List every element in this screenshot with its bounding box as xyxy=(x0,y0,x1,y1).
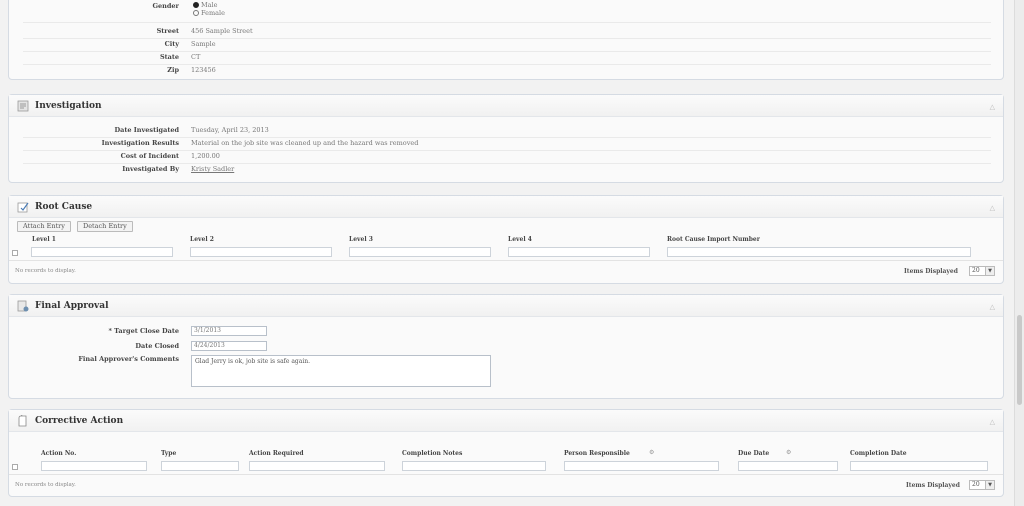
col-level-1[interactable]: Level 1 xyxy=(32,236,56,243)
approval-icon xyxy=(17,300,29,312)
col-person-responsible[interactable]: Person Responsible xyxy=(564,450,630,457)
gender-row: Gender Male Female xyxy=(9,0,1003,17)
filter-level-3[interactable] xyxy=(349,247,491,257)
corrective-action-panel: Corrective Action △ Action No. Type Acti… xyxy=(8,409,1004,497)
city-row: City Sample xyxy=(164,40,216,48)
final-approval-header[interactable]: Final Approval △ xyxy=(9,295,1003,317)
page-scrollbar[interactable] xyxy=(1014,0,1024,506)
investigation-panel: Investigation △ Date Investigated Tuesda… xyxy=(8,94,1004,183)
items-displayed-select[interactable]: 20 ▼ xyxy=(969,266,995,276)
attach-entry-button[interactable]: Attach Entry xyxy=(17,221,71,232)
cost-row: Cost of Incident 1,200.00 xyxy=(120,152,220,160)
state-row: State CT xyxy=(159,53,201,61)
filter-action-required[interactable] xyxy=(249,461,385,471)
filter-action-no[interactable] xyxy=(41,461,147,471)
gender-female-radio[interactable]: Female xyxy=(193,9,225,17)
filter-person-responsible[interactable] xyxy=(564,461,719,471)
filter-icon[interactable]: ⚙ xyxy=(786,449,791,456)
investigator-link[interactable]: Kristy Sadler xyxy=(191,165,234,173)
scrollbar-thumb[interactable] xyxy=(1017,315,1022,405)
filter-checkbox[interactable] xyxy=(12,250,18,256)
dropdown-arrow-icon: ▼ xyxy=(985,267,994,275)
investigated-by-row: Investigated By Kristy Sadler xyxy=(122,165,235,173)
col-root-cause-import-number[interactable]: Root Cause Import Number xyxy=(667,236,760,243)
zip-row: Zip 123456 xyxy=(167,66,216,74)
empty-message: No records to display. xyxy=(15,268,76,274)
items-displayed-label: Items Displayed xyxy=(906,482,960,489)
root-cause-icon xyxy=(17,201,29,213)
filter-root-cause-import-number[interactable] xyxy=(667,247,971,257)
col-completion-date[interactable]: Completion Date xyxy=(850,450,907,457)
final-approval-title: Final Approval xyxy=(35,300,109,311)
target-close-date-row: * Target Close Date xyxy=(108,327,179,335)
col-action-required[interactable]: Action Required xyxy=(249,450,304,457)
col-level-3[interactable]: Level 3 xyxy=(349,236,373,243)
filter-completion-notes[interactable] xyxy=(402,461,546,471)
col-action-no[interactable]: Action No. xyxy=(41,450,76,457)
collapse-icon[interactable]: △ xyxy=(990,303,995,311)
filter-level-4[interactable] xyxy=(508,247,650,257)
target-close-date-input[interactable]: 3/1/2013 xyxy=(191,326,267,336)
col-completion-notes[interactable]: Completion Notes xyxy=(402,450,462,457)
items-displayed-label: Items Displayed xyxy=(904,268,958,275)
filter-level-2[interactable] xyxy=(190,247,332,257)
detach-entry-button[interactable]: Detach Entry xyxy=(77,221,133,232)
date-closed-row: Date Closed xyxy=(135,342,179,350)
root-cause-header[interactable]: Root Cause △ xyxy=(9,196,1003,218)
filter-completion-date[interactable] xyxy=(850,461,988,471)
filter-type[interactable] xyxy=(161,461,239,471)
filter-level-1[interactable] xyxy=(31,247,173,257)
corrective-action-title: Corrective Action xyxy=(35,415,124,426)
corrective-action-icon xyxy=(17,413,29,427)
dropdown-arrow-icon: ▼ xyxy=(985,481,994,489)
investigation-icon xyxy=(17,100,29,112)
street-row: Street 456 Sample Street xyxy=(156,27,253,35)
items-displayed-select[interactable]: 20 ▼ xyxy=(969,480,995,490)
filter-due-date[interactable] xyxy=(738,461,838,471)
empty-message: No records to display. xyxy=(15,482,76,488)
root-cause-panel: Root Cause △ Attach Entry Detach Entry L… xyxy=(8,195,1004,284)
col-type[interactable]: Type xyxy=(161,450,176,457)
date-investigated-row: Date Investigated Tuesday, April 23, 201… xyxy=(114,126,269,134)
investigation-title: Investigation xyxy=(35,100,102,111)
gender-label: Gender xyxy=(152,2,179,10)
collapse-icon[interactable]: △ xyxy=(990,204,995,212)
date-closed-input[interactable]: 4/24/2013 xyxy=(191,341,267,351)
corrective-action-header[interactable]: Corrective Action △ xyxy=(9,410,1003,432)
col-due-date[interactable]: Due Date xyxy=(738,450,769,457)
approver-comments-textarea[interactable]: Glad Jerry is ok, job site is safe again… xyxy=(191,355,491,387)
collapse-icon[interactable]: △ xyxy=(990,418,995,426)
investigation-header[interactable]: Investigation △ xyxy=(9,95,1003,117)
filter-checkbox[interactable] xyxy=(12,464,18,470)
gender-male-radio[interactable]: Male xyxy=(193,1,217,9)
col-level-2[interactable]: Level 2 xyxy=(190,236,214,243)
personal-info-panel: Gender Male Female Street 456 Sample Str… xyxy=(8,0,1004,80)
root-cause-title: Root Cause xyxy=(35,201,93,212)
filter-icon[interactable]: ⚙ xyxy=(649,449,654,456)
col-level-4[interactable]: Level 4 xyxy=(508,236,532,243)
collapse-icon[interactable]: △ xyxy=(990,103,995,111)
final-approval-panel: Final Approval △ * Target Close Date 3/1… xyxy=(8,294,1004,399)
investigation-results-row: Investigation Results Material on the jo… xyxy=(101,139,419,147)
comments-row: Final Approver's Comments xyxy=(78,355,179,363)
